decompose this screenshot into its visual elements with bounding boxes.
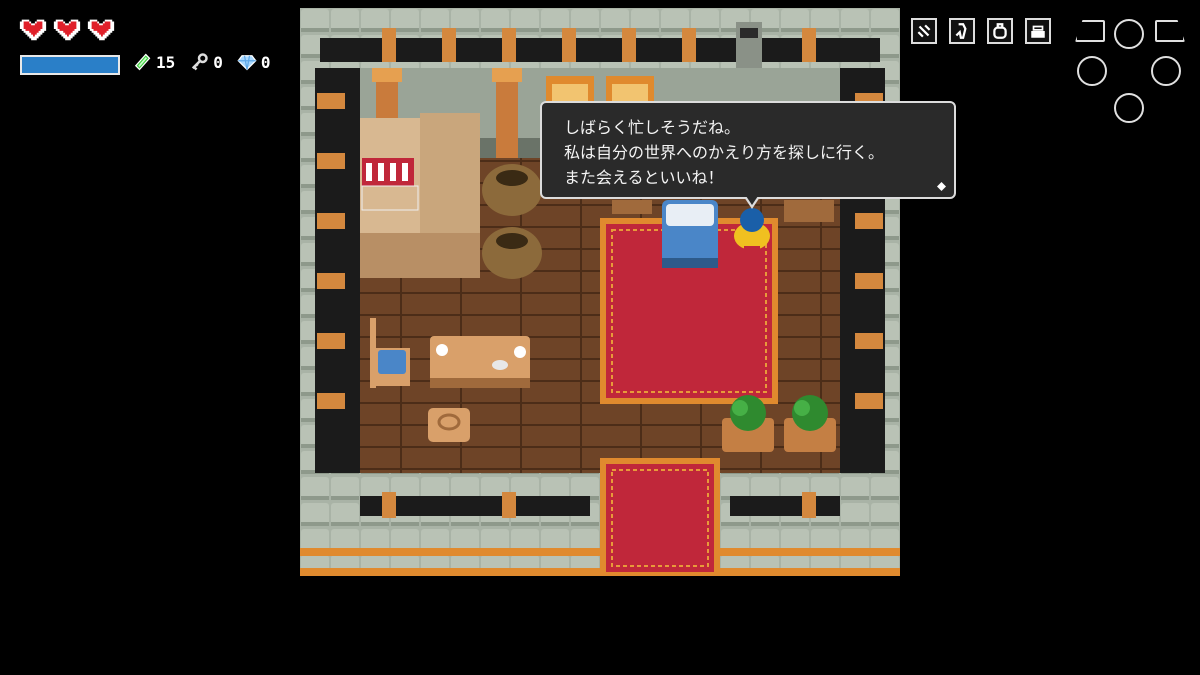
tool-icon — [917, 24, 931, 38]
item-slot[interactable] — [949, 18, 975, 44]
dialog-line: 私は自分の世界へのかえり方を探しに行く。 — [564, 143, 885, 162]
dialog-line: しばらく忙しそうだね。 — [564, 118, 741, 137]
right-shoulder-button[interactable] — [1155, 20, 1185, 42]
dialog-line: また会えるといいね！ — [564, 168, 724, 187]
map-slot[interactable] — [1025, 18, 1051, 44]
bag-icon — [993, 23, 1007, 39]
heart-icon — [87, 19, 115, 41]
game-scene — [300, 8, 900, 576]
key-icon — [192, 53, 209, 71]
shelf — [784, 200, 834, 222]
heart-icon — [19, 19, 47, 41]
dining-table — [430, 336, 530, 388]
top-face-button[interactable] — [1114, 19, 1144, 49]
clay-pot — [482, 164, 542, 216]
bottom-wall — [720, 473, 900, 576]
bottom-wall — [300, 473, 600, 576]
bag-slot[interactable] — [987, 18, 1013, 44]
heart-icon — [53, 19, 81, 41]
rupee-icon — [134, 53, 151, 71]
dialog-box[interactable]: しばらく忙しそうだね。 私は自分の世界へのかえり方を探しに行く。 また会えるとい… — [540, 101, 956, 209]
key-counter: 0 — [189, 52, 223, 72]
right-face-button[interactable] — [1151, 56, 1181, 86]
diamond-icon — [237, 55, 257, 71]
left-face-button[interactable] — [1077, 56, 1107, 86]
bed — [662, 200, 718, 268]
pillar — [496, 78, 518, 158]
hearts-display — [18, 14, 116, 44]
rupee-count: 15 — [156, 52, 176, 72]
left-shoulder-button[interactable] — [1075, 20, 1105, 42]
bottom-face-button[interactable] — [1114, 93, 1144, 123]
stamina-bar — [20, 55, 120, 75]
tool-slot[interactable] — [911, 18, 937, 44]
map-icon — [1031, 25, 1045, 38]
advance-indicator-icon — [937, 182, 946, 191]
clay-pot — [482, 227, 542, 279]
diamond-counter: 0 — [237, 52, 271, 72]
item-icon — [955, 23, 967, 39]
resource-counters: 15 0 0 — [132, 52, 279, 72]
dialog-tail-inner — [746, 196, 758, 205]
key-count: 0 — [213, 52, 223, 72]
diamond-count: 0 — [260, 52, 271, 72]
stool — [428, 408, 470, 442]
stamina-fill — [22, 57, 118, 73]
rupee-counter: 15 — [132, 52, 175, 72]
top-wall-band — [320, 38, 880, 62]
